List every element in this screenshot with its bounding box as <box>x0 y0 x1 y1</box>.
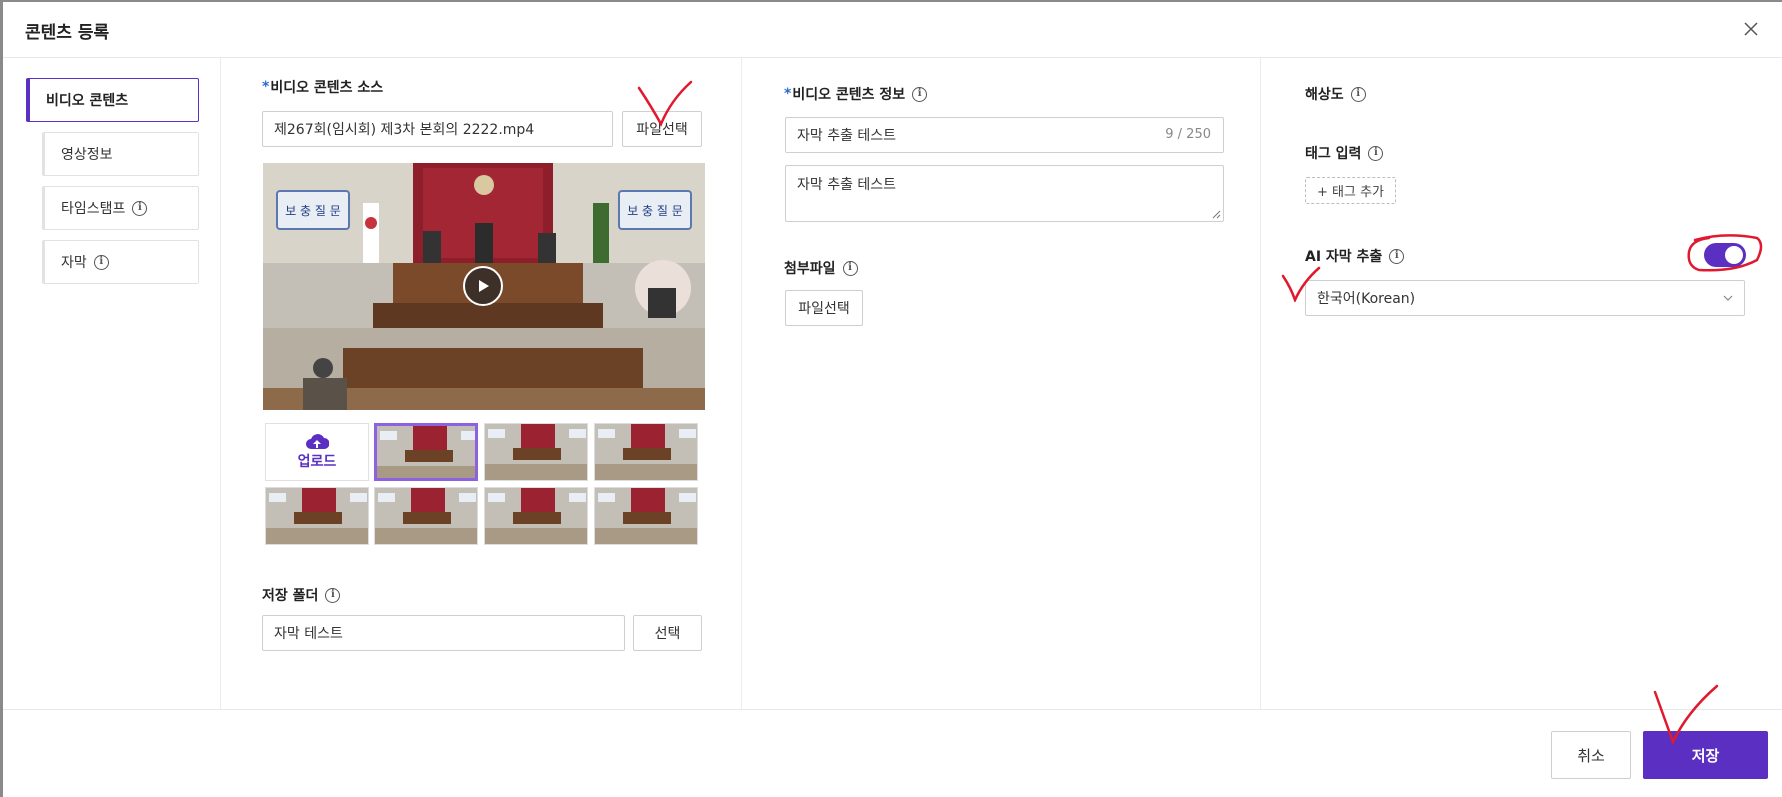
toggle-knob <box>1725 246 1743 264</box>
thumbnail-upload-button[interactable]: 업로드 <box>265 423 369 481</box>
modal-footer <box>3 709 1782 797</box>
close-icon <box>1744 22 1758 36</box>
svg-text:보 충 질 문: 보 충 질 문 <box>285 204 341 218</box>
resolution-label: 해상도 i <box>1305 84 1366 104</box>
info-icon[interactable]: i <box>93 254 109 270</box>
char-counter: 9 / 250 <box>1165 127 1211 142</box>
thumbnail[interactable] <box>594 423 698 481</box>
sidebar-item-timestamp[interactable]: 타임스탬프 i <box>42 186 199 230</box>
chevron-down-icon <box>1723 295 1733 301</box>
video-description-textarea[interactable]: 자막 추출 테스트 <box>785 165 1224 222</box>
video-file-select-button[interactable]: 파일선택 <box>622 111 702 147</box>
thumbnail[interactable] <box>374 423 478 481</box>
video-source-label: * 비디오 콘텐츠 소스 <box>262 79 384 96</box>
svg-text:보 충 질 문: 보 충 질 문 <box>627 204 683 218</box>
info-icon[interactable]: i <box>132 200 148 216</box>
subtitle-language-select[interactable]: 한국어(Korean) <box>1305 280 1745 316</box>
thumbnail[interactable] <box>594 487 698 545</box>
info-icon[interactable]: i <box>1350 86 1366 102</box>
thumbnail[interactable] <box>484 423 588 481</box>
tag-input-label: 태그 입력 i <box>1305 143 1384 163</box>
close-button[interactable] <box>1738 16 1764 42</box>
save-button[interactable]: 저장 <box>1643 731 1768 779</box>
sidebar-item-video-info[interactable]: 영상정보 <box>42 132 199 176</box>
info-icon[interactable]: i <box>912 86 928 102</box>
attachment-label: 첨부파일 i <box>784 258 858 278</box>
cloud-upload-icon <box>306 434 329 449</box>
thumbnail[interactable] <box>265 487 369 545</box>
play-button[interactable] <box>463 266 503 306</box>
sidebar-item-subtitle[interactable]: 자막 i <box>42 240 199 284</box>
video-info-label: * 비디오 콘텐츠 정보 i <box>784 84 928 104</box>
play-icon <box>479 280 489 292</box>
video-title-input[interactable]: 자막 추출 테스트 9 / 250 <box>785 117 1224 153</box>
divider <box>1260 58 1261 709</box>
info-icon[interactable]: i <box>325 587 341 603</box>
cancel-button[interactable]: 취소 <box>1551 731 1631 779</box>
content-register-modal: 콘텐츠 등록 비디오 콘텐츠 영상정보 타임스탬프 i 자막 i * 비디오 콘텐… <box>3 2 1782 797</box>
sidebar-item-label: 타임스탬프 <box>61 201 126 217</box>
save-folder-select-button[interactable]: 선택 <box>633 615 702 651</box>
resize-handle-icon[interactable] <box>1211 209 1221 219</box>
divider <box>741 58 742 709</box>
divider <box>220 58 221 709</box>
modal-title: 콘텐츠 등록 <box>25 23 110 43</box>
video-file-input[interactable]: 제267회(임시회) 제3차 본회의 2222.mp4 <box>262 111 613 147</box>
info-icon[interactable]: i <box>1389 248 1405 264</box>
sidebar-item-video-content[interactable]: 비디오 콘텐츠 <box>26 78 199 122</box>
ai-subtitle-label: AI 자막 추출 i <box>1305 246 1405 266</box>
sidebar-item-label: 비디오 콘텐츠 <box>46 93 129 109</box>
attachment-select-button[interactable]: 파일선택 <box>785 290 863 326</box>
thumbnail[interactable] <box>484 487 588 545</box>
thumbnail-grid: 업로드 <box>265 423 705 548</box>
ai-subtitle-toggle[interactable] <box>1704 243 1746 267</box>
sidebar-item-label: 영상정보 <box>61 147 113 163</box>
save-folder-label: 저장 폴더 i <box>262 585 341 605</box>
add-tag-button[interactable]: + 태그 추가 <box>1305 177 1396 204</box>
save-folder-input[interactable]: 자막 테스트 <box>262 615 625 651</box>
info-icon[interactable]: i <box>1368 145 1384 161</box>
video-preview[interactable]: 보 충 질 문 보 충 질 문 <box>263 163 705 410</box>
info-icon[interactable]: i <box>842 260 858 276</box>
modal-header: 콘텐츠 등록 <box>3 2 1782 58</box>
thumbnail[interactable] <box>374 487 478 545</box>
sidebar-item-label: 자막 <box>61 255 87 271</box>
